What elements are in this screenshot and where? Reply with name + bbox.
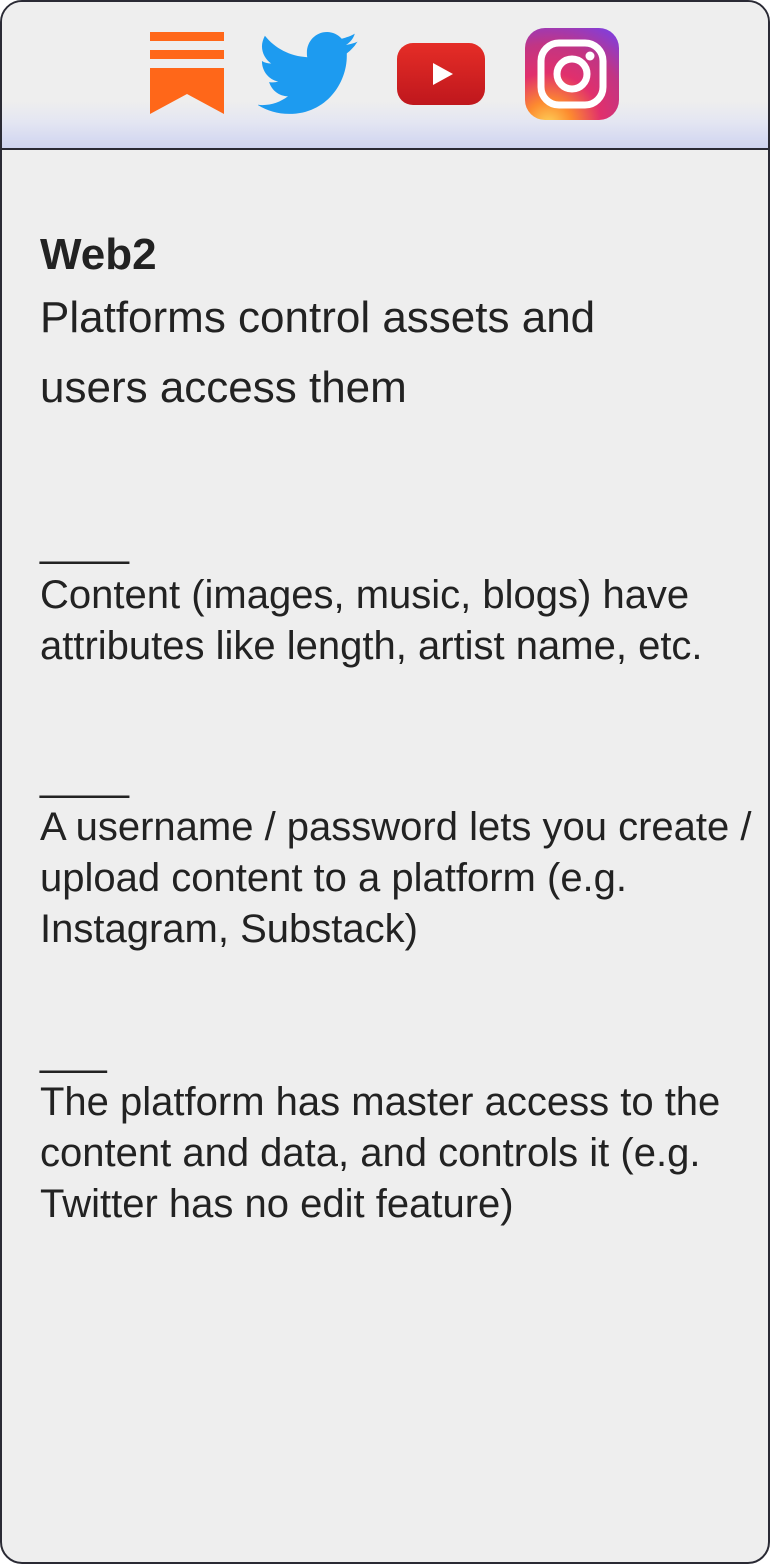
card-header	[2, 2, 768, 150]
paragraph-platform-access: The platform has master access to the co…	[40, 1080, 721, 1226]
card-title: Web2	[40, 230, 157, 279]
separator-1: ____	[40, 521, 129, 565]
card-content: Web2 Platforms control assets and users …	[40, 227, 752, 1230]
twitter-icon	[258, 32, 358, 114]
youtube-icon	[397, 43, 485, 105]
separator-2: ____	[40, 755, 129, 799]
separator-3: ___	[40, 1030, 107, 1074]
paragraph-content-attributes: Content (images, music, blogs) have attr…	[40, 573, 703, 668]
substack-icon	[150, 32, 224, 114]
card-subtitle-line1: Platforms control assets and	[40, 293, 596, 342]
paragraph-username-password: A username / password lets you create / …	[40, 805, 752, 951]
instagram-icon	[525, 28, 619, 120]
web2-card: Web2 Platforms control assets and users …	[0, 0, 770, 1564]
card-subtitle-line2: users access them	[40, 363, 407, 412]
